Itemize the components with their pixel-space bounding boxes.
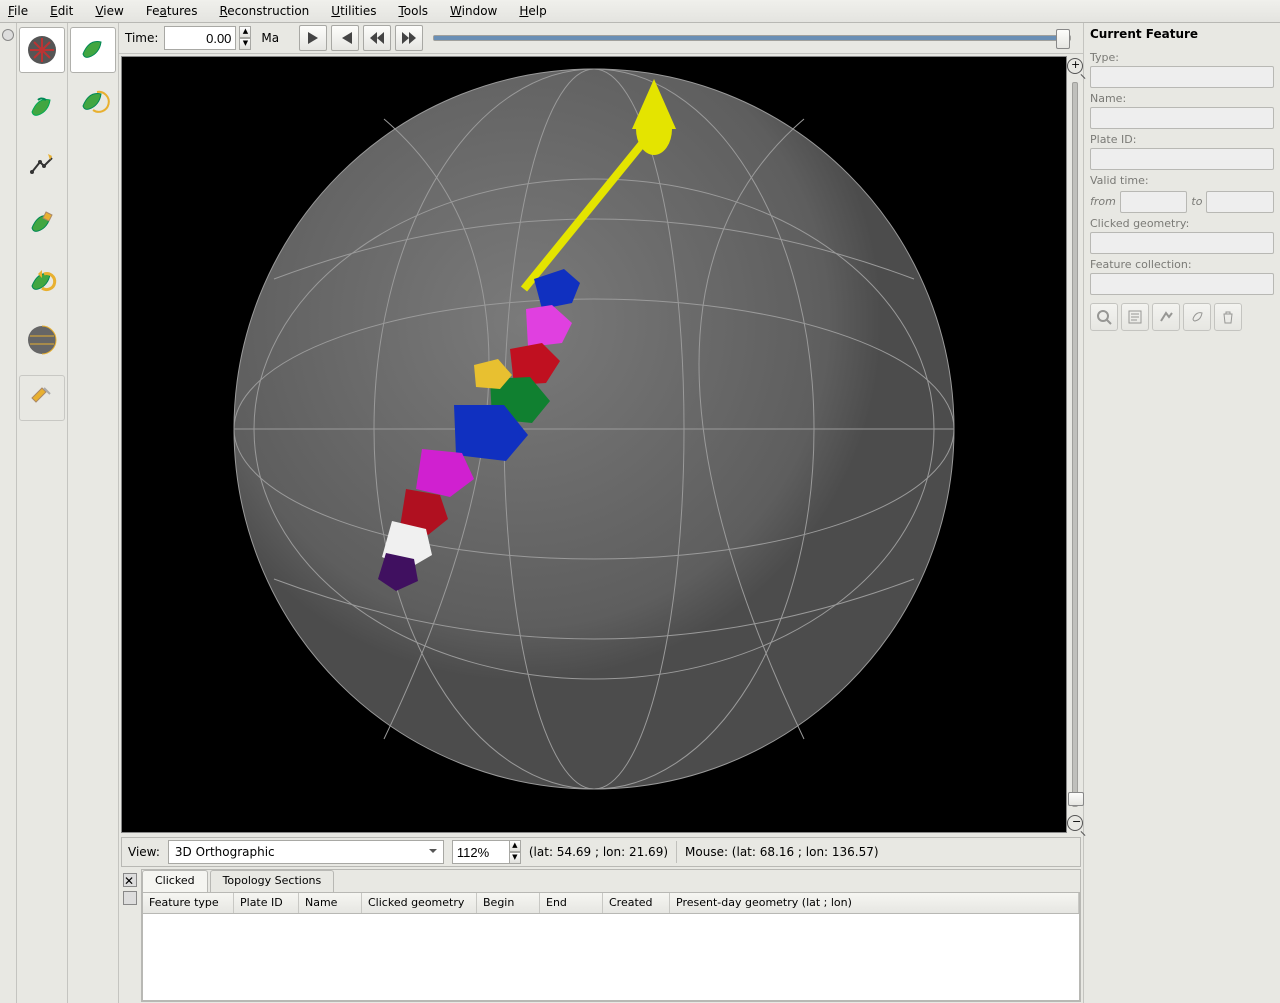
step-back-button[interactable] (363, 25, 391, 51)
rotate-geometry-subtool[interactable] (70, 79, 116, 125)
modify-geometry-tool[interactable] (19, 201, 65, 247)
feature-table-panel: Clicked Topology Sections Feature type P… (141, 869, 1081, 1002)
valid-to-field (1206, 191, 1274, 213)
delete-feature-button[interactable] (1214, 303, 1242, 331)
menu-features[interactable]: Features (146, 4, 198, 18)
col-end[interactable]: End (540, 893, 603, 913)
valid-from-field (1120, 191, 1188, 213)
modify-reconstruction-tool[interactable] (19, 259, 65, 305)
play-button[interactable] (299, 25, 327, 51)
reset-button[interactable] (331, 25, 359, 51)
plate-id-field (1090, 148, 1274, 170)
zoom-out-icon[interactable]: − (1067, 815, 1083, 831)
valid-time-label: Valid time: (1090, 174, 1274, 187)
menu-reconstruction[interactable]: Reconstruction (219, 4, 309, 18)
dock-strip (0, 23, 17, 1003)
to-label: to (1191, 195, 1202, 208)
primary-toolbar (17, 23, 68, 1003)
time-input[interactable] (164, 26, 236, 50)
menu-tools[interactable]: Tools (398, 4, 428, 18)
query-feature-button[interactable] (1090, 303, 1118, 331)
secondary-toolbar (68, 23, 119, 1003)
pole-manipulation-tool[interactable] (19, 375, 65, 421)
panel-title: Current Feature (1090, 27, 1274, 41)
tab-topology-sections[interactable]: Topology Sections (210, 870, 335, 892)
camera-centre-readout: (lat: 54.69 ; lon: 21.69) (529, 845, 668, 859)
menu-edit[interactable]: Edit (50, 4, 73, 18)
menu-help[interactable]: Help (519, 4, 546, 18)
time-unit: Ma (261, 31, 279, 45)
col-feature-type[interactable]: Feature type (143, 893, 234, 913)
view-label: View: (128, 845, 160, 859)
step-forward-button[interactable] (395, 25, 423, 51)
build-topology-tool[interactable] (19, 317, 65, 363)
zoom-slider[interactable] (1072, 82, 1078, 807)
drag-globe-tool[interactable] (19, 27, 65, 73)
current-feature-panel: Current Feature Type: Name: Plate ID: Va… (1083, 23, 1280, 1003)
dock-handle-icon[interactable] (2, 29, 14, 41)
table-header: Feature type Plate ID Name Clicked geome… (142, 892, 1080, 914)
col-created[interactable]: Created (603, 893, 670, 913)
bottom-dock-icons: ✕ (121, 869, 139, 1002)
menu-window[interactable]: Window (450, 4, 497, 18)
type-field (1090, 66, 1274, 88)
clone-feature-button[interactable] (1183, 303, 1211, 331)
col-present-day[interactable]: Present-day geometry (lat ; lon) (670, 893, 1079, 913)
mouse-position-readout: Mouse: (lat: 68.16 ; lon: 136.57) (685, 845, 1074, 859)
time-label: Time: (125, 31, 158, 45)
copy-geometry-button[interactable] (1152, 303, 1180, 331)
globe-icon (154, 59, 1034, 799)
table-body (142, 914, 1080, 1001)
clicked-geometry-field (1090, 232, 1274, 254)
from-label: from (1090, 195, 1116, 208)
zoom-spinner[interactable]: ▲▼ (509, 840, 521, 864)
collection-field (1090, 273, 1274, 295)
close-panel-icon[interactable]: ✕ (123, 873, 137, 887)
col-plate-id[interactable]: Plate ID (234, 893, 299, 913)
zoom-slider-bar: + − (1067, 54, 1083, 835)
menu-file[interactable]: File (8, 4, 28, 18)
float-panel-icon[interactable] (123, 891, 137, 905)
col-clicked-geometry[interactable]: Clicked geometry (362, 893, 477, 913)
click-geometry-subtool[interactable] (70, 27, 116, 73)
main-area: Time: ▲▼ Ma (119, 23, 1083, 1003)
menu-utilities[interactable]: Utilities (331, 4, 376, 18)
globe-viewport[interactable] (121, 56, 1067, 833)
time-slider[interactable] (433, 35, 1071, 41)
feature-action-buttons (1090, 303, 1274, 331)
name-label: Name: (1090, 92, 1274, 105)
type-label: Type: (1090, 51, 1274, 64)
time-spinner[interactable]: ▲▼ (239, 26, 251, 50)
zoom-in-icon[interactable]: + (1067, 58, 1083, 74)
zoom-input[interactable] (452, 840, 510, 864)
plate-id-label: Plate ID: (1090, 133, 1274, 146)
view-status-bar: View: 3D Orthographic ▲▼ (lat: 54.69 ; l… (121, 837, 1081, 867)
col-name[interactable]: Name (299, 893, 362, 913)
col-begin[interactable]: Begin (477, 893, 540, 913)
edit-feature-button[interactable] (1121, 303, 1149, 331)
name-field (1090, 107, 1274, 129)
menu-bar: File Edit View Features Reconstruction U… (0, 0, 1280, 23)
tab-clicked[interactable]: Clicked (142, 870, 208, 892)
time-toolbar: Time: ▲▼ Ma (119, 23, 1083, 54)
projection-select[interactable]: 3D Orthographic (168, 840, 444, 864)
digitise-geometry-tool[interactable] (19, 143, 65, 189)
clicked-geometry-label: Clicked geometry: (1090, 217, 1274, 230)
choose-feature-tool[interactable] (19, 85, 65, 131)
collection-label: Feature collection: (1090, 258, 1274, 271)
menu-view[interactable]: View (95, 4, 123, 18)
